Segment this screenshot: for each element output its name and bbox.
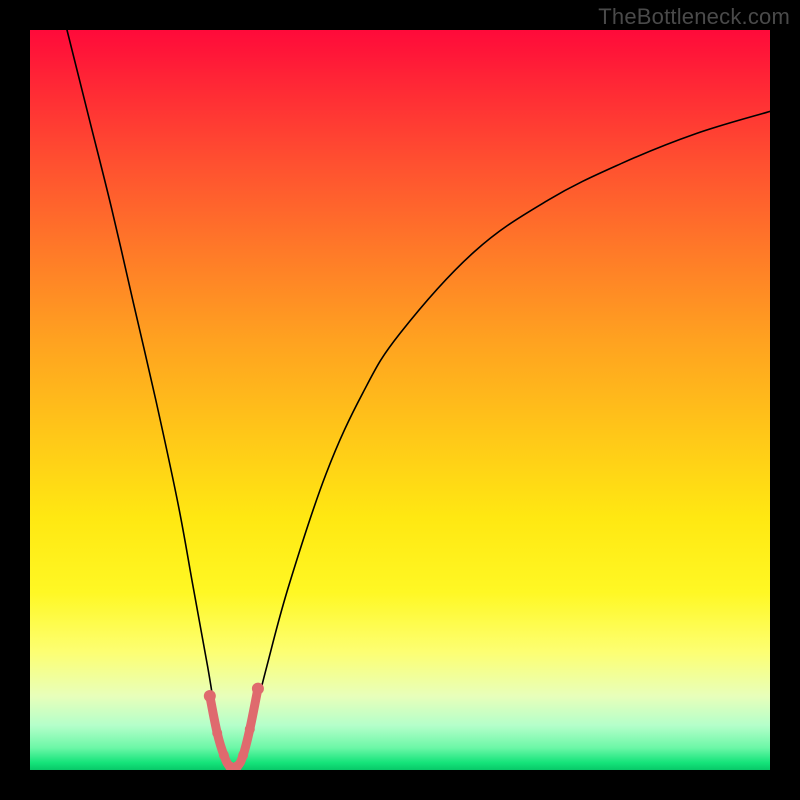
chart-svg	[30, 30, 770, 770]
plot-area	[30, 30, 770, 770]
bottleneck-curve	[67, 30, 770, 770]
highlight-dot	[238, 750, 248, 760]
chart-layer	[67, 30, 770, 770]
highlight-dot	[212, 728, 222, 738]
highlight-dot	[204, 690, 216, 702]
chart-frame: TheBottleneck.com	[0, 0, 800, 800]
highlight-dot	[219, 750, 229, 760]
watermark-text: TheBottleneck.com	[598, 4, 790, 30]
highlight-dot	[252, 683, 264, 695]
highlight-dot	[245, 724, 255, 734]
